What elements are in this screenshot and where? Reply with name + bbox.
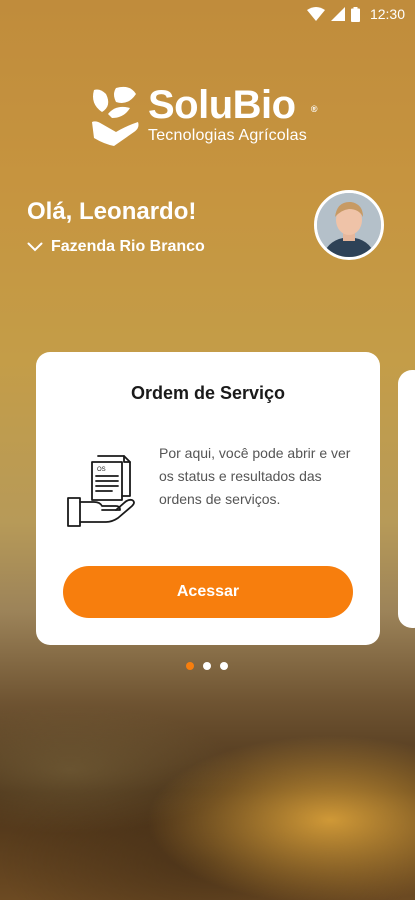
solubio-logo: SoluBio ® Tecnologias Agrícolas (86, 80, 336, 150)
status-bar: 12:30 (0, 0, 415, 28)
card-description: Por aqui, você pode abrir e ver os statu… (159, 445, 351, 507)
access-button[interactable]: Acessar (63, 566, 353, 618)
wifi-icon (306, 7, 325, 21)
farm-selector[interactable]: Fazenda Rio Branco (27, 238, 205, 256)
user-avatar[interactable] (314, 190, 384, 260)
carousel-pagination (186, 662, 228, 670)
logo-wordmark: SoluBio (148, 83, 296, 127)
next-card-peek[interactable] (398, 370, 415, 628)
card-title: Ordem de Serviço (130, 383, 286, 403)
pagination-dot-3[interactable] (220, 662, 228, 670)
logo-registered-mark: ® (310, 104, 318, 114)
avatar-photo (317, 193, 381, 257)
status-time: 12:30 (369, 6, 405, 22)
logo-tagline: Tecnologias Agrícolas (148, 127, 307, 144)
pagination-dot-1[interactable] (186, 662, 194, 670)
chevron-down-icon (27, 242, 43, 252)
leaf-hand-logo-icon (92, 86, 139, 146)
greeting-title: Olá, Leonardo! (27, 198, 197, 225)
service-order-document-hand-icon: OS (67, 455, 135, 527)
pagination-dot-2[interactable] (203, 662, 211, 670)
farm-selector-label: Fazenda Rio Branco (51, 238, 205, 255)
battery-icon (350, 6, 360, 22)
service-order-card: Ordem de Serviço OS Por aqui, você pode … (36, 352, 380, 645)
svg-text:OS: OS (97, 467, 106, 473)
cell-signal-icon (330, 7, 345, 21)
